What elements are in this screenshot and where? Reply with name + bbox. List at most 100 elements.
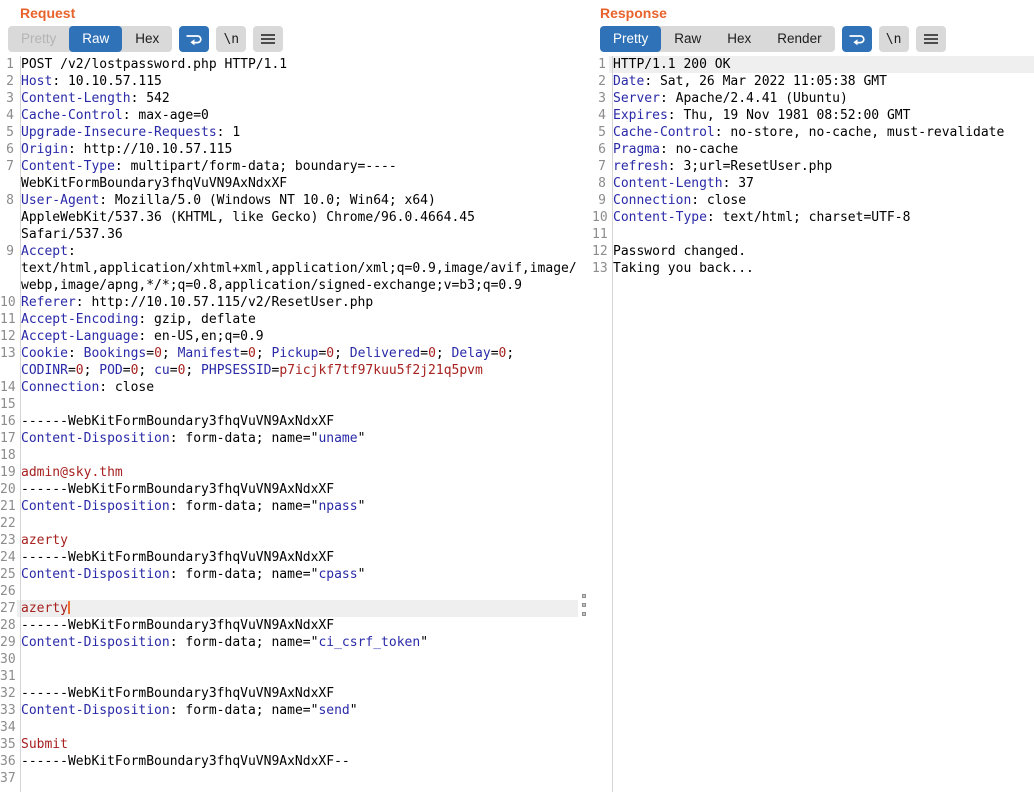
line-text[interactable]: Connection: close xyxy=(17,379,578,396)
line-text[interactable]: admin@sky.thm xyxy=(17,464,578,481)
line-text[interactable]: Content-Length: 37 xyxy=(609,175,1034,192)
tab-request-hex[interactable]: Hex xyxy=(122,26,172,52)
line-text[interactable]: Accept-Language: en-US,en;q=0.9 xyxy=(17,328,578,345)
line-text[interactable]: Host: 10.10.57.115 xyxy=(17,73,578,90)
line-text[interactable]: ------WebKitFormBoundary3fhqVuVN9AxNdxXF xyxy=(17,617,578,634)
splitter-grip-icon[interactable] xyxy=(582,594,586,616)
request-editor[interactable]: 1POST /v2/lostpassword.php HTTP/1.12Host… xyxy=(0,56,578,792)
code-token: : form-data; name=" xyxy=(170,635,319,650)
code-token: HTTP/1.1 200 OK xyxy=(613,57,730,72)
line-text[interactable]: Date: Sat, 26 Mar 2022 11:05:38 GMT xyxy=(609,73,1034,90)
line-text[interactable] xyxy=(609,226,1034,243)
line-number: 21 xyxy=(0,498,17,515)
line-text[interactable]: Connection: close xyxy=(609,192,1034,209)
code-token: = xyxy=(170,363,178,378)
line-text[interactable]: azerty xyxy=(17,532,578,549)
code-line: 7refresh: 3;url=ResetUser.php xyxy=(592,158,1034,175)
line-text[interactable]: ------WebKitFormBoundary3fhqVuVN9AxNdxXF xyxy=(17,549,578,566)
code-token: Taking you back... xyxy=(613,261,754,276)
tab-response-hex[interactable]: Hex xyxy=(714,26,764,52)
line-text[interactable]: Content-Disposition: form-data; name="ci… xyxy=(17,634,578,651)
line-text[interactable]: Referer: http://10.10.57.115/v2/ResetUse… xyxy=(17,294,578,311)
line-text[interactable]: Content-Type: text/html; charset=UTF-8 xyxy=(609,209,1034,226)
line-text[interactable]: Cache-Control: max-age=0 xyxy=(17,107,578,124)
line-text[interactable]: refresh: 3;url=ResetUser.php xyxy=(609,158,1034,175)
line-text[interactable]: ------WebKitFormBoundary3fhqVuVN9AxNdxXF xyxy=(17,685,578,702)
line-number: 5 xyxy=(592,124,609,141)
word-wrap-icon[interactable] xyxy=(842,26,872,52)
newline-icon-label: \n xyxy=(223,32,239,47)
line-text[interactable]: ------WebKitFormBoundary3fhqVuVN9AxNdxXF xyxy=(17,413,578,430)
code-token: 0 xyxy=(76,363,84,378)
menu-icon[interactable] xyxy=(916,26,946,52)
line-text[interactable] xyxy=(17,651,578,668)
code-line: 30 xyxy=(0,651,578,668)
code-token: = xyxy=(146,346,154,361)
line-number: 23 xyxy=(0,532,17,549)
line-text[interactable]: Taking you back... xyxy=(609,260,1034,277)
line-text[interactable]: Content-Disposition: form-data; name="cp… xyxy=(17,566,578,583)
line-text[interactable]: ------WebKitFormBoundary3fhqVuVN9AxNdxXF xyxy=(17,481,578,498)
line-text[interactable]: Submit xyxy=(17,736,578,753)
word-wrap-icon[interactable] xyxy=(179,26,209,52)
code-line: 32------WebKitFormBoundary3fhqVuVN9AxNdx… xyxy=(0,685,578,702)
line-text[interactable]: Password changed. xyxy=(609,243,1034,260)
line-text[interactable]: Accept: text/html,application/xhtml+xml,… xyxy=(17,243,578,294)
line-text[interactable] xyxy=(17,770,578,787)
menu-glyph xyxy=(923,33,939,45)
code-line: 21Content-Disposition: form-data; name="… xyxy=(0,498,578,515)
code-token: Delivered xyxy=(350,346,420,361)
code-token: ------WebKitFormBoundary3fhqVuVN9AxNdxXF xyxy=(21,550,334,565)
code-line: 6Origin: http://10.10.57.115 xyxy=(0,141,578,158)
tab-request-pretty[interactable]: Pretty xyxy=(8,26,69,52)
tab-response-pretty[interactable]: Pretty xyxy=(600,26,661,52)
code-token: PHPSESSID xyxy=(201,363,271,378)
tab-response-render[interactable]: Render xyxy=(764,26,834,52)
menu-icon[interactable] xyxy=(253,26,283,52)
line-text[interactable]: Content-Disposition: form-data; name="un… xyxy=(17,430,578,447)
newline-icon[interactable]: \n xyxy=(879,26,909,52)
line-text[interactable]: Origin: http://10.10.57.115 xyxy=(17,141,578,158)
tab-request-raw[interactable]: Raw xyxy=(69,26,122,52)
line-text[interactable]: Pragma: no-cache xyxy=(609,141,1034,158)
line-text[interactable]: Content-Length: 542 xyxy=(17,90,578,107)
code-token: ; xyxy=(185,363,201,378)
code-token: = xyxy=(123,363,131,378)
line-text[interactable] xyxy=(17,515,578,532)
line-text[interactable]: Expires: Thu, 19 Nov 1981 08:52:00 GMT xyxy=(609,107,1034,124)
line-text[interactable]: HTTP/1.1 200 OK xyxy=(609,56,1034,73)
newline-icon[interactable]: \n xyxy=(216,26,246,52)
line-text[interactable]: Content-Disposition: form-data; name="se… xyxy=(17,702,578,719)
line-text[interactable] xyxy=(17,447,578,464)
line-text[interactable]: Server: Apache/2.4.41 (Ubuntu) xyxy=(609,90,1034,107)
line-text[interactable]: Accept-Encoding: gzip, deflate xyxy=(17,311,578,328)
code-token: cu xyxy=(154,363,170,378)
line-text[interactable]: azerty xyxy=(17,600,578,617)
line-text[interactable] xyxy=(17,719,578,736)
code-token: azerty xyxy=(21,533,68,548)
line-text[interactable]: Upgrade-Insecure-Requests: 1 xyxy=(17,124,578,141)
response-editor[interactable]: 1HTTP/1.1 200 OK2Date: Sat, 26 Mar 2022 … xyxy=(592,56,1034,792)
line-number: 5 xyxy=(0,124,17,141)
line-text[interactable] xyxy=(17,668,578,685)
line-text[interactable] xyxy=(17,396,578,413)
line-text[interactable] xyxy=(17,583,578,600)
line-text[interactable]: Cache-Control: no-store, no-cache, must-… xyxy=(609,124,1034,141)
line-number: 12 xyxy=(592,243,609,260)
line-text[interactable]: Content-Disposition: form-data; name="np… xyxy=(17,498,578,515)
code-token: Date xyxy=(613,74,644,89)
line-number: 4 xyxy=(592,107,609,124)
panel-splitter[interactable] xyxy=(578,0,592,792)
code-token: ------WebKitFormBoundary3fhqVuVN9AxNdxXF xyxy=(21,618,334,633)
tab-response-raw[interactable]: Raw xyxy=(661,26,714,52)
code-line: 2Host: 10.10.57.115 xyxy=(0,73,578,90)
line-text[interactable]: ------WebKitFormBoundary3fhqVuVN9AxNdxXF… xyxy=(17,753,578,770)
line-text[interactable]: Content-Type: multipart/form-data; bound… xyxy=(17,158,578,192)
line-text[interactable]: POST /v2/lostpassword.php HTTP/1.1 xyxy=(17,56,578,73)
line-text[interactable]: Cookie: Bookings=0; Manifest=0; Pickup=0… xyxy=(17,345,578,379)
code-token: azerty xyxy=(21,601,68,616)
code-token: ; xyxy=(84,363,100,378)
code-token: Submit xyxy=(21,737,68,752)
line-text[interactable]: User-Agent: Mozilla/5.0 (Windows NT 10.0… xyxy=(17,192,578,243)
code-line: 12Accept-Language: en-US,en;q=0.9 xyxy=(0,328,578,345)
